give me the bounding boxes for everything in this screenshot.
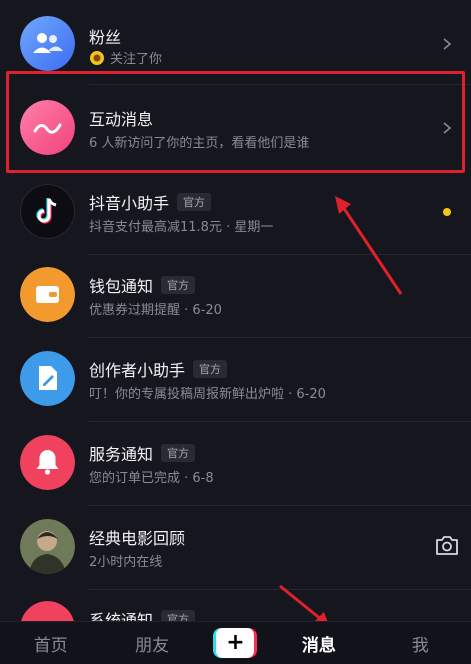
list-item-interaction[interactable]: 互动消息 6 人新访问了你的主页，看看他们是谁 [0, 86, 471, 170]
row-title: 钱包通知 [89, 277, 154, 296]
tab-home[interactable]: 首页 [11, 631, 91, 656]
row-subtitle: 6 人新访问了你的主页，看看他们是谁 [89, 136, 310, 151]
interaction-avatar-icon [20, 100, 75, 155]
row-title: 服务通知 [89, 445, 154, 464]
list-item-wallet-notice[interactable]: 钱包通知 官方 优惠券过期提醒 · 6-20 [0, 253, 471, 338]
edit-icon [20, 351, 75, 406]
wallet-icon [20, 267, 75, 322]
plus-icon: + [216, 628, 255, 658]
official-badge: 官方 [177, 193, 212, 211]
row-title: 粉丝 [89, 28, 122, 47]
fans-avatar-icon [20, 16, 75, 71]
tab-friends[interactable]: 朋友 [112, 631, 192, 656]
camera-icon[interactable] [435, 534, 459, 556]
row-subtitle: 您的订单已完成 · 6-8 [89, 471, 214, 486]
list-item-douyin-assistant[interactable]: 抖音小助手 官方 抖音支付最高减11.8元 · 星期一 [0, 170, 471, 255]
douyin-logo-icon [20, 184, 75, 239]
chevron-right-icon [443, 38, 452, 50]
list-item-fans[interactable]: 粉丝 关注了你 [0, 0, 471, 85]
list-item-classic-movies[interactable]: 经典电影回顾 2小时内在线 [0, 505, 471, 590]
create-button[interactable]: + [213, 628, 258, 658]
unread-dot [443, 208, 451, 216]
list-item-creator-assistant[interactable]: 创作者小助手 官方 叮！你的专属投稿周报新鲜出炉啦 · 6-20 [0, 337, 471, 422]
sunflower-icon [89, 50, 105, 66]
bell-icon [20, 435, 75, 490]
row-subtitle: 叮！你的专属投稿周报新鲜出炉啦 · 6-20 [89, 387, 326, 402]
official-badge: 官方 [161, 444, 196, 462]
bottom-tab-bar: 首页 朋友 + 消息 我 [0, 621, 471, 664]
row-subtitle: 关注了你 [110, 52, 163, 67]
row-subtitle: 优惠券过期提醒 · 6-20 [89, 303, 222, 318]
row-title: 创作者小助手 [89, 361, 186, 380]
official-badge: 官方 [161, 276, 196, 294]
row-title: 经典电影回顾 [89, 529, 186, 548]
tab-me[interactable]: 我 [380, 631, 460, 656]
official-badge: 官方 [193, 360, 228, 378]
list-item-service-notice[interactable]: 服务通知 官方 您的订单已完成 · 6-8 [0, 421, 471, 506]
chevron-right-icon [443, 122, 452, 134]
tab-messages[interactable]: 消息 [279, 631, 359, 656]
row-subtitle: 2小时内在线 [89, 555, 163, 570]
divider [89, 84, 471, 85]
row-title: 抖音小助手 [89, 194, 170, 213]
row-subtitle: 抖音支付最高减11.8元 · 星期一 [89, 220, 274, 235]
avatar [20, 519, 75, 574]
row-title: 互动消息 [89, 110, 154, 129]
